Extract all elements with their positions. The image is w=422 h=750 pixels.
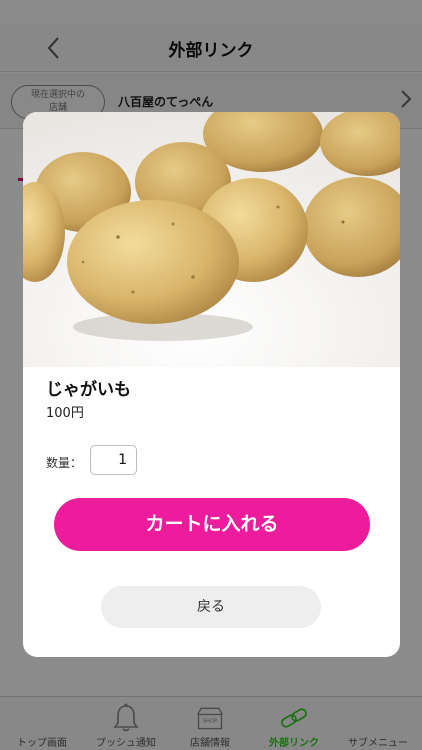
product-modal: じゃがいも 100円 数量： 1 カートに入れる 戻る	[23, 112, 400, 657]
product-name: じゃがいも	[46, 380, 131, 400]
product-image	[23, 112, 400, 367]
add-to-cart-button[interactable]: カートに入れる	[54, 498, 370, 551]
quantity-label: 数量：	[46, 456, 83, 470]
product-price: 100円	[46, 406, 84, 421]
back-button-modal[interactable]: 戻る	[101, 586, 321, 628]
quantity-input[interactable]: 1	[90, 445, 137, 475]
